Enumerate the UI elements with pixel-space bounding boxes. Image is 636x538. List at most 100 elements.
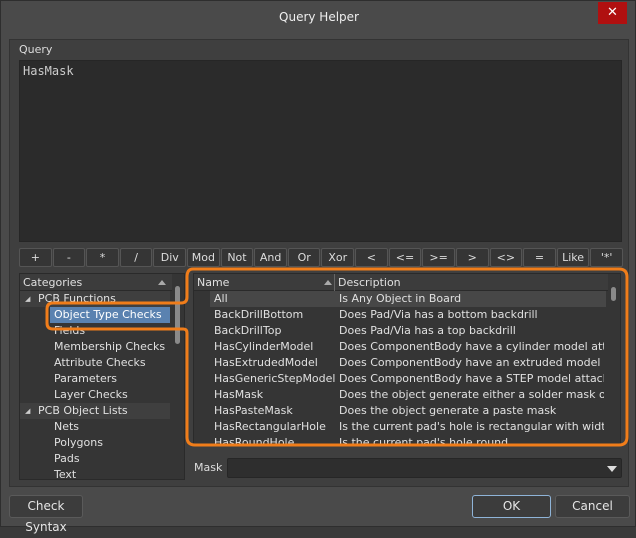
expand-icon[interactable]: ◢ [25, 403, 30, 419]
sort-up-icon [158, 280, 166, 285]
table-row[interactable]: HasRoundHole Is the current pad's hole ro… [194, 435, 620, 446]
operator-button[interactable]: Div [153, 248, 187, 267]
row-description: Is the current pad's hole round [339, 436, 509, 446]
operator-button[interactable]: <> [489, 248, 523, 267]
operator-button[interactable]: Not [220, 248, 254, 267]
dialog-title: Query Helper [279, 10, 359, 24]
tree-item-label: Membership Checks [54, 340, 166, 353]
mask-combobox[interactable] [227, 458, 622, 478]
tree-item[interactable]: Attribute Checks [20, 355, 184, 371]
tree-item[interactable]: Parameters [20, 371, 184, 387]
operator-button[interactable]: >= [422, 248, 455, 267]
tree-item-label: Object Type Checks [50, 307, 170, 323]
tree-item[interactable]: Text [20, 467, 184, 480]
operator-button[interactable]: And [254, 248, 287, 267]
row-description: Does Pad/Via has a top backdrill [339, 324, 516, 337]
tree-item[interactable]: ◢ PCB Functions [20, 291, 170, 307]
tree-item[interactable]: Nets [20, 419, 184, 435]
row-name: BackDrillBottom [214, 308, 304, 321]
list-scrollbar[interactable] [608, 274, 620, 445]
categories-tree[interactable]: Categories ◢ PCB Functions Object Type Che… [19, 273, 185, 480]
operator-button[interactable]: - [52, 248, 86, 267]
tree-item-label: Text [54, 468, 77, 480]
table-row[interactable]: HasRectangularHole Is the current pad's h… [194, 419, 620, 435]
row-description: Does ComponentBody have a cylinder model… [339, 340, 604, 353]
operator-button[interactable]: <= [388, 248, 422, 267]
row-description: Does Pad/Via has a bottom backdrill [339, 308, 538, 321]
row-name: HasExtrudedModel [214, 356, 318, 369]
operator-button[interactable]: + [19, 248, 52, 267]
table-row[interactable]: HasMask Does the object generate either a… [194, 387, 620, 403]
scrollbar-thumb[interactable] [175, 286, 180, 344]
query-label: Query [19, 43, 53, 56]
tree-item[interactable]: Polygons [20, 435, 184, 451]
expand-icon[interactable]: ◢ [25, 291, 30, 307]
operator-buttons: + - * / Div Mod Not And Or Xor < <= >= > <> = Like '*' [19, 248, 623, 267]
tree-item-label: PCB Functions [38, 292, 116, 305]
operator-button[interactable]: > [455, 248, 489, 267]
close-icon: ✕ [607, 5, 618, 20]
table-row[interactable]: BackDrillBottom Does Pad/Via has a bottom… [194, 307, 620, 323]
row-name: HasRoundHole [214, 436, 295, 446]
row-description: Is Any Object in Board [339, 292, 462, 305]
categories-header-label: Categories [23, 276, 83, 289]
operator-button[interactable]: = [523, 248, 556, 267]
row-description: Does ComponentBody have an extruded mode… [339, 356, 604, 369]
tree-item[interactable]: Layer Checks [20, 387, 184, 403]
table-row[interactable]: All Is Any Object in Board [210, 291, 606, 307]
tree-item-label: Layer Checks [54, 388, 128, 401]
main-panel: Query HasMask + - * / Div Mod Not And Or Xor < <= >=… [9, 39, 629, 487]
operator-button[interactable]: Mod [187, 248, 220, 267]
column-name[interactable]: Name [197, 276, 229, 289]
tree-item[interactable]: ◢ PCB Object Lists [20, 403, 170, 419]
query-helper-dialog: Query Helper ✕ Query HasMask + - * / Div Mod N… [0, 0, 636, 534]
operator-button[interactable]: / [119, 248, 153, 267]
row-name: HasRectangularHole [214, 420, 326, 433]
operator-button[interactable]: * [86, 248, 119, 267]
row-name: BackDrillTop [214, 324, 282, 337]
operator-button[interactable]: < [355, 248, 388, 267]
sort-up-icon [324, 280, 332, 285]
chevron-down-icon [607, 466, 617, 472]
tree-item-label: Pads [54, 452, 80, 465]
tree-item[interactable]: Object Type Checks [20, 307, 184, 323]
mask-label: Mask [194, 461, 223, 474]
row-description: Is the current pad's hole is rectangular… [339, 420, 604, 433]
operator-button[interactable]: Or [287, 248, 321, 267]
tree-item-label: Nets [54, 420, 80, 433]
tree-item-label: PCB Object Lists [38, 404, 128, 417]
table-row[interactable]: HasExtrudedModel Does ComponentBody have … [194, 355, 620, 371]
operator-button[interactable]: Like [556, 248, 590, 267]
row-name: HasPasteMask [214, 404, 293, 417]
table-row[interactable]: HasCylinderModel Does ComponentBody have … [194, 339, 620, 355]
tree-item-label: Attribute Checks [54, 356, 146, 369]
tree-item-label: Polygons [54, 436, 103, 449]
categories-scrollbar[interactable] [172, 274, 184, 479]
ok-button[interactable]: OK [472, 495, 551, 518]
tree-item[interactable]: Membership Checks [20, 339, 184, 355]
tree-item-label: Parameters [54, 372, 117, 385]
row-description: Does ComponentBody have a STEP model att… [339, 372, 604, 385]
column-description[interactable]: Description [334, 274, 401, 291]
tree-item[interactable]: Fields [20, 323, 184, 339]
row-name: HasCylinderModel [214, 340, 314, 353]
tree-item-label: Fields [54, 324, 86, 337]
row-description: Does the object generate a paste mask [339, 404, 557, 417]
query-input[interactable]: HasMask [19, 60, 622, 242]
row-name: All [214, 292, 228, 305]
operator-button[interactable]: Xor [321, 248, 355, 267]
close-button[interactable]: ✕ [598, 2, 627, 24]
scrollbar-thumb[interactable] [611, 287, 616, 301]
row-description: Does the object generate either a solder… [339, 388, 604, 401]
row-name: HasMask [214, 388, 264, 401]
categories-header[interactable]: Categories [20, 274, 184, 291]
operator-button[interactable]: '*' [590, 248, 623, 267]
row-name: HasGenericStepModel [214, 372, 336, 385]
check-syntax-button[interactable]: Check Syntax [9, 495, 83, 534]
cancel-button[interactable]: Cancel [555, 495, 630, 518]
table-row[interactable]: BackDrillTop Does Pad/Via has a top backd… [194, 323, 620, 339]
table-row[interactable]: HasGenericStepModel Does ComponentBody ha… [194, 371, 620, 387]
table-row[interactable]: HasPasteMask Does the object generate a p… [194, 403, 620, 419]
functions-list[interactable]: Name Description All Is Any Object in Boa… [193, 273, 621, 446]
tree-item[interactable]: Pads [20, 451, 184, 467]
